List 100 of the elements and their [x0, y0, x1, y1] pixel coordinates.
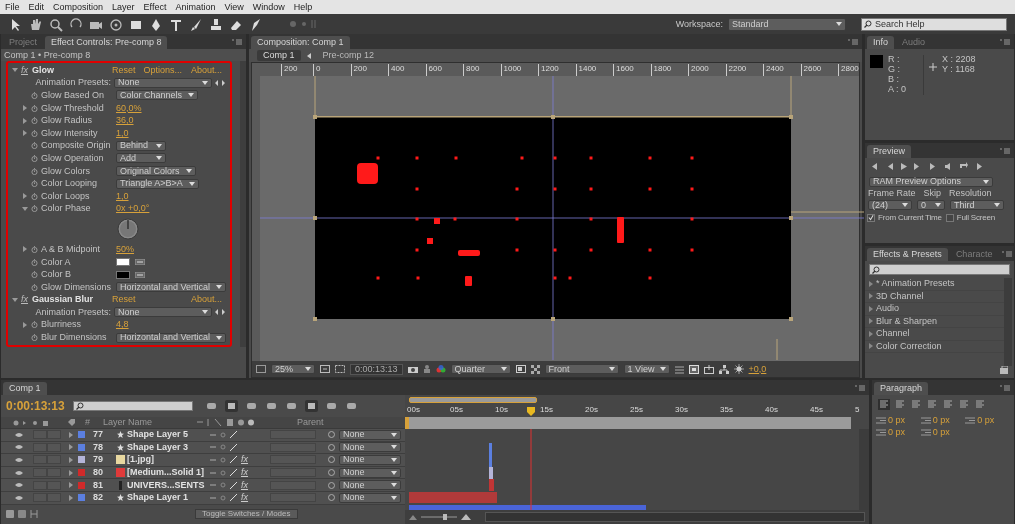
- effect-link[interactable]: About...: [190, 295, 222, 305]
- twirl-icon[interactable]: [22, 205, 28, 212]
- property-value[interactable]: 1,0: [116, 128, 129, 138]
- layer-name[interactable]: [Medium...Solid 1]: [127, 468, 210, 478]
- dropdown[interactable]: Horizontal and Vertical: [116, 282, 227, 293]
- property-value[interactable]: 0x +0,0°: [116, 204, 150, 214]
- ram-preview-dropdown[interactable]: RAM Preview Options: [869, 176, 993, 187]
- panel-tab[interactable]: Project: [3, 36, 43, 49]
- twirl-icon[interactable]: [12, 67, 18, 74]
- show-snapshot-icon[interactable]: [422, 365, 431, 373]
- panel-menu-icon[interactable]: [232, 39, 242, 45]
- twirl-icon[interactable]: [22, 130, 28, 137]
- color-swatch[interactable]: [116, 270, 130, 279]
- parent-dropdown[interactable]: None: [339, 492, 401, 503]
- label-color[interactable]: [78, 431, 85, 439]
- effect-link[interactable]: Reset: [112, 295, 136, 305]
- horizontal-scrollbar[interactable]: [485, 512, 865, 522]
- stopwatch-icon[interactable]: [31, 154, 38, 162]
- snapshot-icon[interactable]: [407, 365, 418, 373]
- stopwatch-icon[interactable]: [31, 167, 38, 175]
- stopwatch-icon[interactable]: [31, 142, 38, 150]
- label-color[interactable]: [78, 494, 85, 502]
- stopwatch-icon[interactable]: [31, 271, 38, 279]
- search-field[interactable]: [72, 401, 193, 411]
- transfer-controls-icon[interactable]: [30, 510, 38, 519]
- parent-dropdown[interactable]: None: [339, 429, 401, 440]
- resolution-dropdown[interactable]: Third: [950, 200, 1004, 210]
- arrows-icon[interactable]: [215, 79, 225, 86]
- angle-dial-icon[interactable]: [117, 218, 139, 241]
- shy-switch-icon[interactable]: [210, 495, 216, 500]
- effect-link[interactable]: Reset: [112, 65, 136, 75]
- panel-tab[interactable]: Paragraph: [874, 382, 929, 395]
- preset-category[interactable]: 3D Channel: [865, 290, 1004, 303]
- layer-name[interactable]: Shape Layer 1: [127, 493, 210, 503]
- skip-to-end-icon[interactable]: [929, 162, 938, 171]
- panel-menu-icon[interactable]: [1000, 148, 1010, 154]
- parent-dropdown[interactable]: None: [339, 442, 401, 453]
- stopwatch-icon[interactable]: [31, 117, 38, 125]
- search-field[interactable]: Search Help: [861, 17, 1007, 31]
- spacing-value[interactable]: 0 px: [932, 416, 950, 425]
- panel-menu-icon[interactable]: [1000, 385, 1010, 391]
- exposure-value[interactable]: +0,0: [748, 364, 767, 374]
- zoom-in-icon[interactable]: [461, 514, 471, 520]
- panel-tab[interactable]: Comp 1: [3, 382, 47, 395]
- dropdown[interactable]: Horizontal and Vertical: [116, 332, 227, 343]
- breadcrumb-tab[interactable]: Pre-comp 12: [316, 50, 381, 61]
- stopwatch-icon[interactable]: [31, 245, 38, 253]
- channels-icon[interactable]: [435, 365, 446, 373]
- twirl-icon[interactable]: [22, 322, 28, 328]
- panel-tab[interactable]: Characte: [949, 248, 999, 261]
- layer-name[interactable]: UNIVERS...SENTS: [127, 480, 210, 490]
- preset-category[interactable]: Channel: [865, 328, 1004, 341]
- transparency-grid-icon[interactable]: [530, 364, 540, 374]
- panel-menu-icon[interactable]: [848, 39, 858, 45]
- lock-switch[interactable]: [47, 430, 61, 440]
- shy-switch-icon[interactable]: [210, 445, 216, 450]
- stopwatch-icon[interactable]: [31, 92, 38, 99]
- breadcrumb-tab[interactable]: Comp 1: [257, 50, 301, 61]
- panel-menu-icon[interactable]: [1002, 251, 1013, 257]
- color-swatch[interactable]: [116, 258, 130, 266]
- property-value[interactable]: 4,8: [116, 320, 129, 330]
- menu-item[interactable]: Effect: [143, 2, 167, 12]
- stopwatch-icon[interactable]: [31, 321, 38, 329]
- arrows-icon[interactable]: [215, 309, 225, 316]
- menu-item[interactable]: Layer: [112, 2, 135, 12]
- panel-tab[interactable]: Effects & Presets: [867, 248, 948, 261]
- playhead-icon[interactable]: [527, 407, 535, 416]
- shy-switch-icon[interactable]: [210, 470, 216, 475]
- checkbox[interactable]: [867, 213, 875, 222]
- stopwatch-icon[interactable]: [31, 129, 38, 137]
- shy-switch-icon[interactable]: [210, 432, 216, 437]
- parent-dropdown[interactable]: None: [339, 455, 401, 465]
- preset-category[interactable]: Audio: [865, 303, 1004, 316]
- timecode-field[interactable]: 0:00:13:13: [350, 363, 403, 375]
- panel-tab[interactable]: Info: [867, 36, 894, 49]
- parent-dropdown[interactable]: None: [339, 480, 401, 491]
- audio-icon[interactable]: [944, 162, 953, 171]
- preset-category[interactable]: Blur & Sharpen: [865, 315, 1004, 328]
- safe-zones-icon[interactable]: [320, 365, 330, 373]
- fast-preview-icon[interactable]: [703, 364, 714, 374]
- zoom-dropdown[interactable]: 25%: [271, 364, 315, 374]
- twirl-icon[interactable]: [22, 193, 28, 200]
- view-layout-dropdown[interactable]: 1 View: [623, 364, 670, 374]
- stopwatch-icon[interactable]: [31, 334, 38, 342]
- preset-category[interactable]: * Animation Presets: [865, 278, 1004, 291]
- label-color[interactable]: [78, 443, 85, 451]
- axis-mode-icon[interactable]: [288, 19, 318, 29]
- stopwatch-icon[interactable]: [31, 258, 38, 266]
- label-color[interactable]: [78, 456, 85, 464]
- preset-dropdown[interactable]: None: [114, 307, 212, 318]
- motion-blur-icon[interactable]: [304, 400, 318, 412]
- switch-slots[interactable]: [270, 430, 316, 440]
- layer-name[interactable]: Shape Layer 3: [127, 442, 210, 452]
- play-icon[interactable]: [899, 162, 908, 171]
- preset-category[interactable]: Color Correction: [865, 340, 1004, 353]
- stopwatch-icon[interactable]: [31, 180, 38, 188]
- stamp-tool-icon[interactable]: [208, 16, 223, 32]
- current-timecode[interactable]: 0:00:13:13: [6, 400, 65, 412]
- scrollbar[interactable]: [859, 429, 869, 510]
- grid-icon[interactable]: [674, 364, 684, 374]
